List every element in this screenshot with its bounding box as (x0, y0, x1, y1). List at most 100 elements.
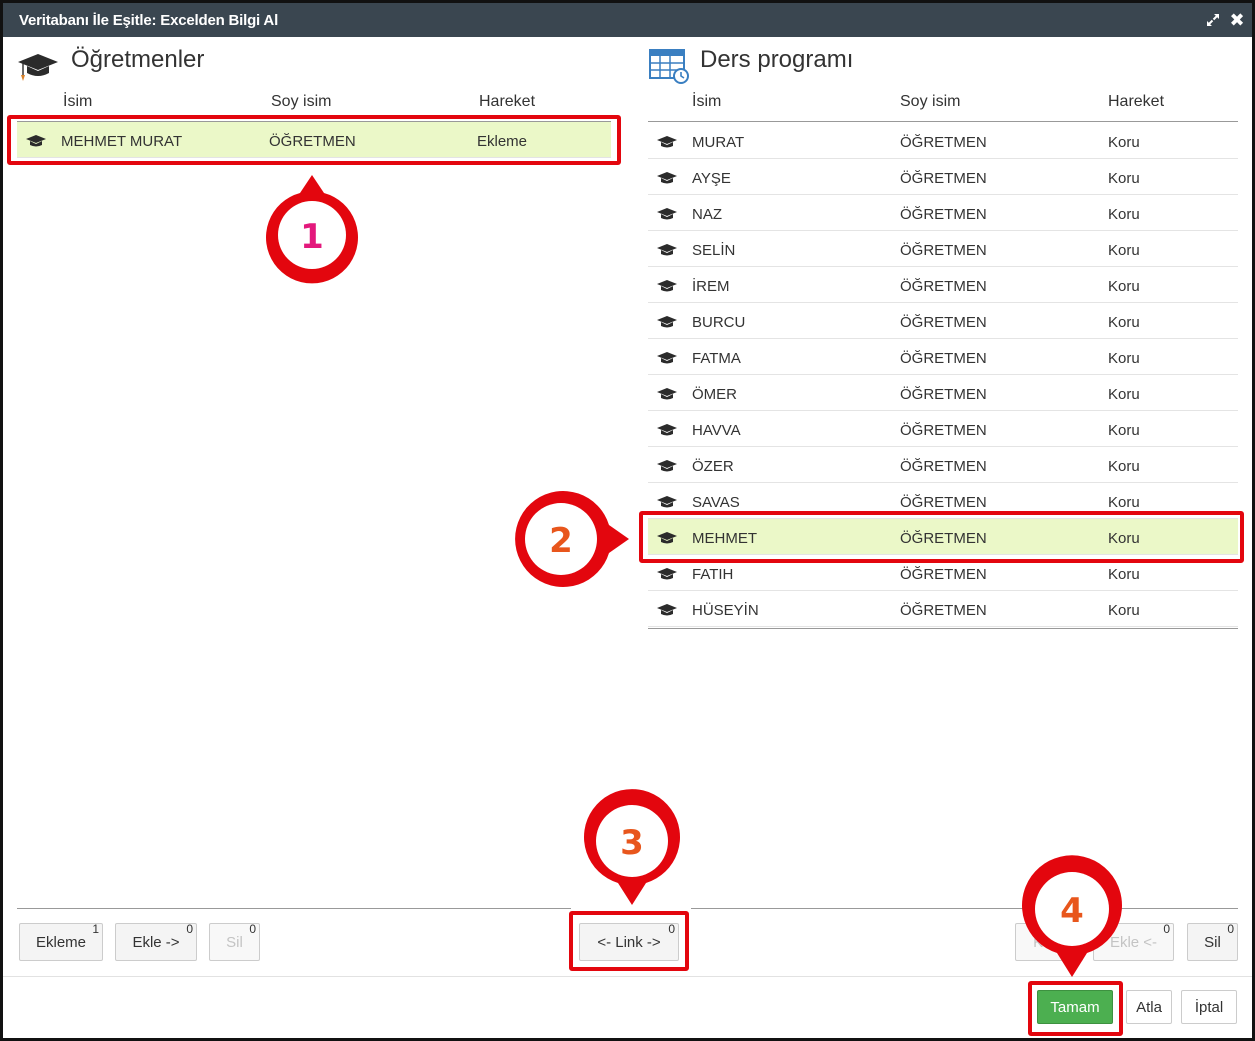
sync-dialog: Veritabanı İle Eşitle: Excelden Bilgi Al… (0, 0, 1255, 1041)
highlight-box-2 (639, 511, 1244, 563)
row-surname: ÖĞRETMEN (900, 422, 987, 439)
marker-2-number: 2 (549, 521, 573, 561)
ekleme-count: 1 (92, 922, 99, 936)
row-name: AYŞE (692, 170, 731, 187)
left-header-surname: Soy isim (271, 93, 332, 110)
schedule-icon (648, 46, 692, 91)
graduation-cap-icon (656, 603, 678, 622)
row-name: HÜSEYİN (692, 602, 759, 619)
graduation-cap-icon (656, 351, 678, 370)
row-surname: ÖĞRETMEN (900, 314, 987, 331)
marker-4-number: 4 (1060, 891, 1084, 931)
step-marker-2: 2 (505, 487, 633, 596)
row-name: HAVVA (692, 422, 741, 439)
left-header-action: Hareket (479, 93, 536, 110)
graduation-cap-icon (656, 315, 678, 334)
row-action: Koru (1108, 206, 1140, 223)
row-name: SELİN (692, 242, 736, 259)
add-right-button[interactable]: Ekle -> 0 (115, 922, 197, 961)
highlight-box-4 (1028, 981, 1123, 1036)
graduation-cap-icon (656, 387, 678, 406)
step-marker-4: 4 (1019, 855, 1125, 984)
graduation-cap-icon (656, 135, 678, 154)
right-delete-label: Sil (1204, 933, 1221, 951)
right-table-row[interactable]: ÖMER ÖĞRETMEN Koru (648, 375, 1238, 411)
highlight-box-3 (569, 911, 689, 971)
ekleme-button[interactable]: Ekleme 1 (19, 922, 103, 961)
left-delete-button[interactable]: Sil 0 (209, 922, 260, 961)
graduation-cap-icon (656, 423, 678, 442)
row-name: ÖZER (692, 458, 734, 475)
row-surname: ÖĞRETMEN (900, 134, 987, 151)
right-table-row[interactable]: ÖZER ÖĞRETMEN Koru (648, 447, 1238, 483)
row-name: İREM (692, 278, 730, 295)
skip-button[interactable]: Atla (1126, 990, 1172, 1024)
row-action: Koru (1108, 314, 1140, 331)
row-action: Koru (1108, 242, 1140, 259)
right-table-row[interactable]: SELİN ÖĞRETMEN Koru (648, 231, 1238, 267)
row-action: Koru (1108, 170, 1140, 187)
right-delete-count: 0 (1227, 922, 1234, 936)
row-name: MURAT (692, 134, 745, 151)
marker-1-number: 1 (300, 217, 324, 257)
row-surname: ÖĞRETMEN (900, 458, 987, 475)
right-table-row[interactable]: İREM ÖĞRETMEN Koru (648, 267, 1238, 303)
cancel-button[interactable]: İptal (1181, 990, 1237, 1024)
right-table-row[interactable]: MURAT ÖĞRETMEN Koru (648, 123, 1238, 159)
window-title: Veritabanı İle Eşitle: Excelden Bilgi Al (19, 12, 279, 29)
row-surname: ÖĞRETMEN (900, 494, 987, 511)
right-table-bottom (648, 628, 1238, 629)
graduation-cap-icon (656, 207, 678, 226)
right-header-name: İsim (692, 93, 722, 110)
right-delete-button[interactable]: Sil 0 (1187, 922, 1238, 961)
close-icon[interactable]: ✖ (1227, 10, 1247, 30)
step-marker-3: 3 (580, 789, 684, 912)
highlight-box-1 (7, 115, 621, 165)
expand-icon[interactable] (1203, 10, 1223, 30)
graduation-cap-icon (17, 48, 59, 89)
row-action: Koru (1108, 134, 1140, 151)
add-right-label: Ekle -> (132, 933, 180, 951)
row-surname: ÖĞRETMEN (900, 350, 987, 367)
schedule-panel-title: Ders programı (700, 46, 854, 73)
right-table-row[interactable]: HAVVA ÖĞRETMEN Koru (648, 411, 1238, 447)
row-surname: ÖĞRETMEN (900, 278, 987, 295)
row-name: ÖMER (692, 386, 737, 403)
row-action: Koru (1108, 458, 1140, 475)
row-action: Koru (1108, 350, 1140, 367)
ekleme-button-label: Ekleme (35, 933, 87, 951)
graduation-cap-icon (656, 171, 678, 190)
row-surname: ÖĞRETMEN (900, 242, 987, 259)
right-table-row[interactable]: FATMA ÖĞRETMEN Koru (648, 339, 1238, 375)
right-header-surname: Soy isim (900, 93, 961, 110)
left-header-name: İsim (63, 93, 93, 110)
right-header-action: Hareket (1108, 93, 1165, 110)
skip-button-label: Atla (1136, 998, 1162, 1016)
bottom-divider-right (691, 908, 1238, 909)
row-action: Koru (1108, 386, 1140, 403)
graduation-cap-icon (656, 279, 678, 298)
graduation-cap-icon (656, 459, 678, 478)
row-surname: ÖĞRETMEN (900, 386, 987, 403)
marker-3-number: 3 (620, 823, 644, 863)
row-action: Koru (1108, 278, 1140, 295)
right-header-divider (648, 121, 1238, 122)
graduation-cap-icon (656, 567, 678, 586)
right-table-row[interactable]: HÜSEYİN ÖĞRETMEN Koru (648, 591, 1238, 627)
add-right-count: 0 (186, 922, 193, 936)
cancel-button-label: İptal (1194, 998, 1224, 1016)
row-surname: ÖĞRETMEN (900, 602, 987, 619)
row-surname: ÖĞRETMEN (900, 170, 987, 187)
left-delete-label: Sil (226, 933, 243, 951)
title-bar: Veritabanı İle Eşitle: Excelden Bilgi Al… (3, 3, 1252, 37)
row-name: SAVAS (692, 494, 740, 511)
teachers-panel-title: Öğretmenler (71, 46, 205, 73)
add-left-count: 0 (1163, 922, 1170, 936)
right-table-row[interactable]: NAZ ÖĞRETMEN Koru (648, 195, 1238, 231)
row-surname: ÖĞRETMEN (900, 566, 987, 583)
right-table-row[interactable]: BURCU ÖĞRETMEN Koru (648, 303, 1238, 339)
right-table-row[interactable]: AYŞE ÖĞRETMEN Koru (648, 159, 1238, 195)
row-action: Koru (1108, 602, 1140, 619)
graduation-cap-icon (656, 243, 678, 262)
row-action: Koru (1108, 566, 1140, 583)
